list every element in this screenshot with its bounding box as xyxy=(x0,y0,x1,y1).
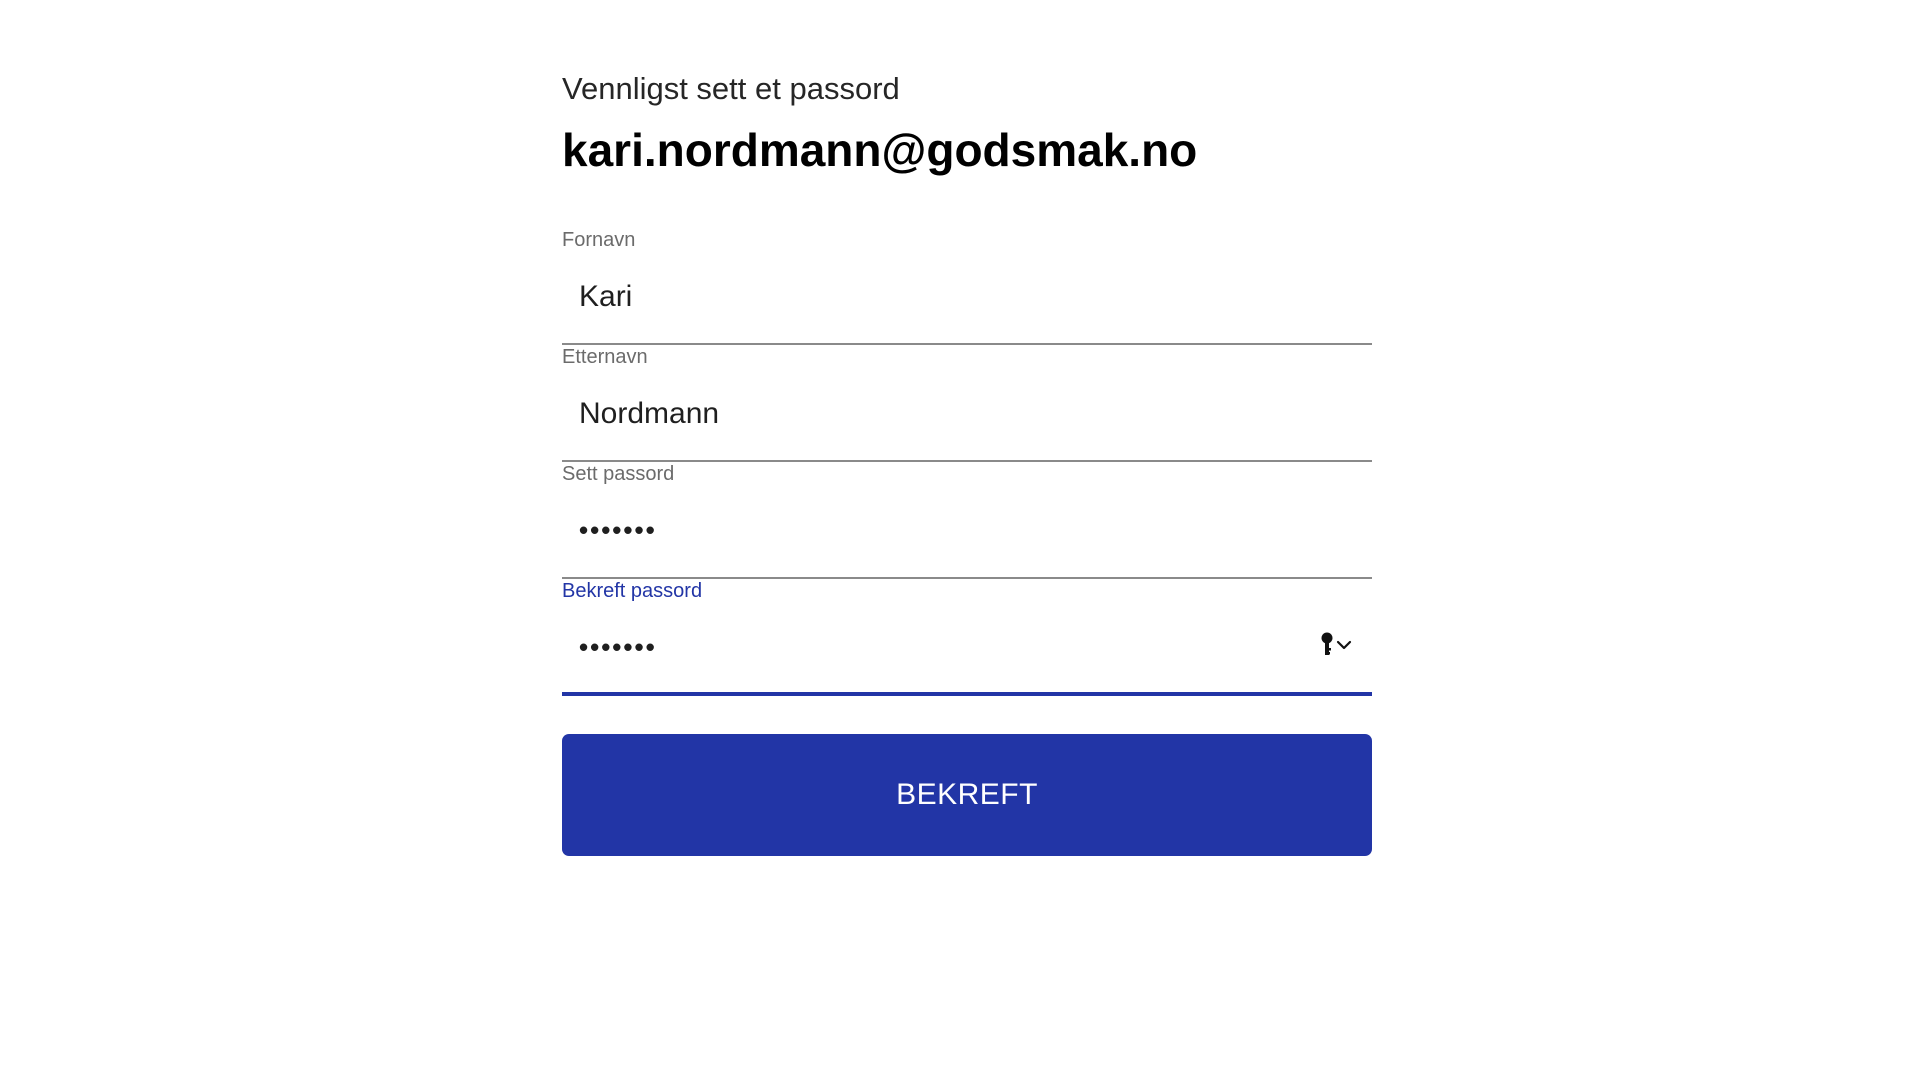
confirm-button[interactable]: BEKREFT xyxy=(562,733,1372,856)
last-name-value: Nordmann xyxy=(579,396,720,430)
first-name-value: Kari xyxy=(579,279,633,313)
first-name-field: Fornavn Kari xyxy=(562,228,1372,345)
last-name-field: Etternavn Nordmann xyxy=(562,345,1372,462)
password-input[interactable]: ••••••• xyxy=(562,493,1372,579)
chevron-down-icon xyxy=(1336,638,1352,656)
confirm-password-input[interactable]: ••••••• xyxy=(562,610,1372,696)
password-manager-button[interactable] xyxy=(1320,632,1352,663)
page: Vennligst sett et passord kari.nordmann@… xyxy=(0,0,1920,1080)
key-icon xyxy=(1320,632,1334,663)
account-email: kari.nordmann@godsmak.no xyxy=(562,124,1198,177)
password-label: Sett passord xyxy=(562,462,675,485)
confirm-password-label: Bekreft passord xyxy=(562,579,703,602)
page-subtitle: Vennligst sett et passord xyxy=(562,71,900,106)
set-password-form: Vennligst sett et passord kari.nordmann@… xyxy=(562,70,1372,856)
last-name-label: Etternavn xyxy=(562,345,648,368)
confirm-password-value: ••••••• xyxy=(579,631,657,662)
password-value: ••••••• xyxy=(579,514,657,545)
form-fields: Fornavn Kari Etternavn Nordmann Sett pas… xyxy=(562,228,1372,696)
password-field: Sett passord ••••••• xyxy=(562,462,1372,579)
confirm-password-field: Bekreft passord ••••••• xyxy=(562,579,1372,696)
last-name-input[interactable]: Nordmann xyxy=(562,376,1372,462)
first-name-label: Fornavn xyxy=(562,228,636,251)
first-name-input[interactable]: Kari xyxy=(562,259,1372,345)
